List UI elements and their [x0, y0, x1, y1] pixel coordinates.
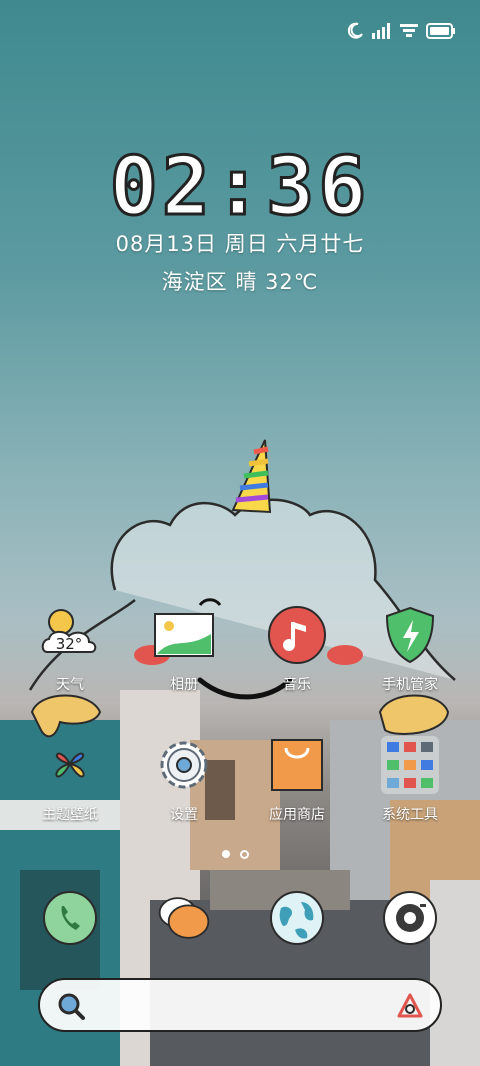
- settings-icon: [153, 734, 215, 796]
- app-phone-manager[interactable]: 手机管家: [360, 604, 460, 694]
- dock-messages[interactable]: [134, 890, 234, 946]
- search-icon[interactable]: [56, 991, 86, 1025]
- app-store-icon: [266, 734, 328, 796]
- weather-text[interactable]: 海淀区 晴 32℃: [0, 266, 480, 296]
- dock-camera[interactable]: [360, 890, 460, 946]
- page-dot[interactable]: [240, 850, 249, 859]
- app-label: 手机管家: [382, 677, 438, 693]
- signal-icon: [372, 23, 392, 39]
- moon-icon: [346, 22, 364, 40]
- app-label: 主题壁纸: [42, 807, 98, 823]
- status-bar: [346, 18, 456, 44]
- clock-time[interactable]: 02:36: [0, 139, 480, 235]
- messages-icon: [156, 890, 212, 946]
- app-label: 系统工具: [382, 807, 438, 823]
- app-label: 应用商店: [269, 807, 325, 823]
- page-dot-active[interactable]: [222, 850, 230, 858]
- phone-icon: [42, 890, 98, 946]
- music-icon: [266, 604, 328, 666]
- dock-phone[interactable]: [20, 890, 120, 946]
- date-text[interactable]: 08月13日 周日 六月廿七: [0, 228, 480, 258]
- dock-browser[interactable]: [247, 890, 347, 946]
- assistant-icon[interactable]: [396, 992, 424, 1024]
- browser-icon: [269, 890, 325, 946]
- app-label: 相册: [170, 677, 198, 693]
- security-icon: [379, 604, 441, 666]
- themes-icon: [39, 734, 101, 796]
- app-label: 音乐: [283, 677, 311, 693]
- app-settings[interactable]: 设置: [134, 734, 234, 824]
- system-tools-folder-icon: [379, 734, 441, 796]
- app-music[interactable]: 音乐: [247, 604, 347, 694]
- svg-text:32°: 32°: [56, 635, 83, 653]
- app-store[interactable]: 应用商店: [247, 734, 347, 824]
- folder-system-tools[interactable]: 系统工具: [360, 734, 460, 824]
- search-bar[interactable]: [38, 978, 442, 1032]
- battery-icon: [426, 23, 456, 39]
- weather-icon: 32°: [39, 604, 101, 666]
- app-gallery[interactable]: 相册: [134, 604, 234, 694]
- app-weather[interactable]: 32° 天气: [20, 604, 120, 694]
- app-themes[interactable]: 主题壁纸: [20, 734, 120, 824]
- page-indicator[interactable]: [222, 850, 249, 859]
- wifi-icon: [400, 23, 418, 39]
- app-label: 天气: [56, 677, 84, 693]
- camera-icon: [382, 890, 438, 946]
- app-label: 设置: [170, 807, 198, 823]
- gallery-icon: [153, 604, 215, 666]
